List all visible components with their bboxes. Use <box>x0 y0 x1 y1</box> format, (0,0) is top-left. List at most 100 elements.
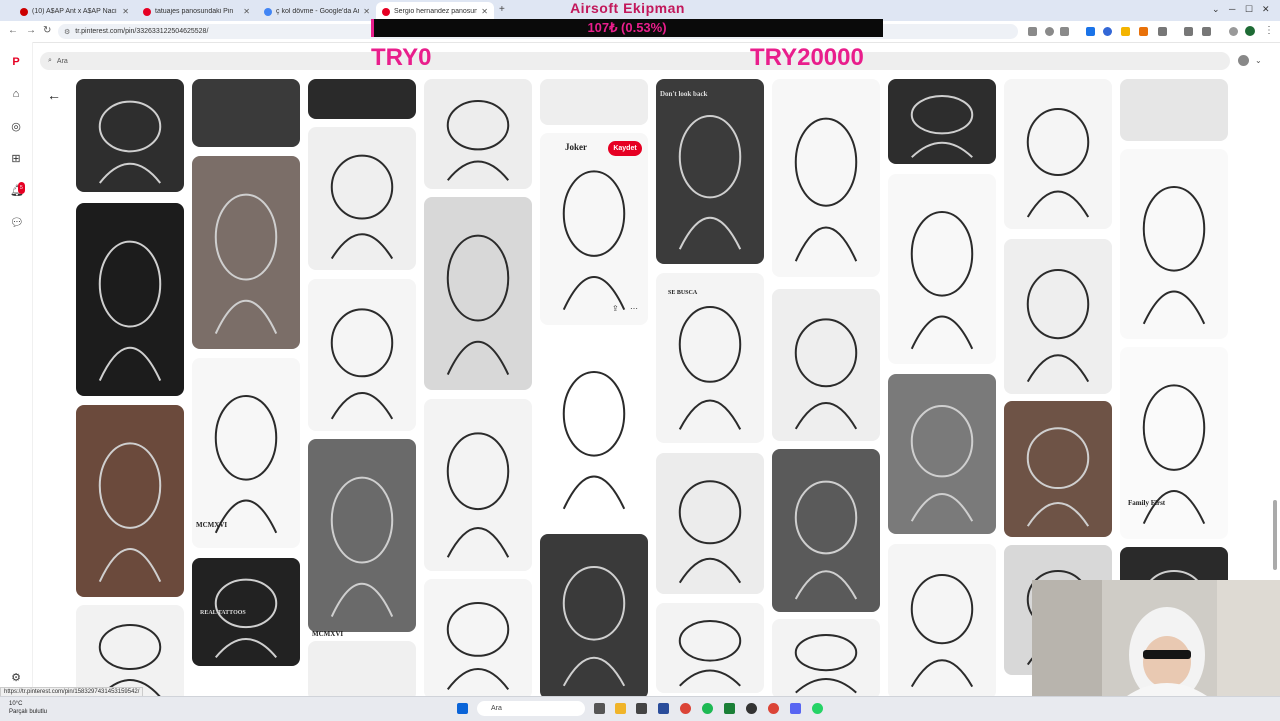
pin-card[interactable] <box>76 203 184 396</box>
tab-youtube[interactable]: (10) A$AP Ant x A$AP Naci ✕ <box>14 2 135 21</box>
new-tab-button[interactable]: + <box>499 4 505 15</box>
pin-card[interactable] <box>308 279 416 431</box>
pin-card[interactable] <box>424 399 532 571</box>
discord-icon[interactable] <box>790 703 801 714</box>
tab-search-icon[interactable]: ⌄ <box>1212 4 1220 15</box>
pinterest-icon <box>143 7 151 16</box>
pin-card[interactable] <box>772 619 880 696</box>
pin-card[interactable] <box>656 453 764 594</box>
pin-card[interactable] <box>1120 79 1228 141</box>
pin-card[interactable] <box>424 79 532 189</box>
windows-start-icon[interactable] <box>457 703 468 714</box>
steam-icon[interactable] <box>658 703 669 714</box>
user-avatar[interactable] <box>1238 55 1249 66</box>
whatsapp-icon[interactable] <box>812 703 823 714</box>
save-button[interactable]: Kaydet <box>608 141 642 156</box>
pin-card[interactable] <box>656 79 764 264</box>
pin-card[interactable] <box>424 197 532 390</box>
extension-2-icon[interactable] <box>1103 27 1112 36</box>
tab-title: (10) A$AP Ant x A$AP Naci <box>32 8 117 15</box>
pin-card[interactable] <box>540 334 648 524</box>
pin-card[interactable] <box>888 174 996 364</box>
bookmark-star-icon[interactable] <box>1060 27 1069 36</box>
window-close-button[interactable]: ✕ <box>1262 4 1270 15</box>
spotify-icon[interactable] <box>702 703 713 714</box>
forward-arrow-icon[interactable]: → <box>26 25 36 36</box>
pin-card[interactable] <box>1120 149 1228 339</box>
pinterest-logo-icon[interactable]: P <box>10 56 22 68</box>
pin-caption: Family First <box>1128 499 1166 507</box>
close-icon[interactable]: ✕ <box>243 7 250 16</box>
pin-card[interactable] <box>888 544 996 696</box>
chrome-active-icon[interactable] <box>768 703 779 714</box>
profile-avatar[interactable] <box>1245 26 1255 36</box>
tab-google[interactable]: ç kol dövme - Google'da Ara ✕ <box>258 2 376 21</box>
chrome-icon[interactable] <box>680 703 691 714</box>
taskbar-search[interactable]: Ara <box>477 701 585 716</box>
account-chevron-down-icon[interactable]: ⌄ <box>1255 56 1262 65</box>
pin-card[interactable] <box>1004 239 1112 394</box>
pin-image <box>772 79 880 277</box>
pin-card[interactable] <box>540 133 648 325</box>
pin-card[interactable] <box>1120 347 1228 539</box>
tab-title: ç kol dövme - Google'da Ara <box>276 8 360 15</box>
site-info-icon[interactable]: ⚙ <box>64 28 70 36</box>
pin-image <box>424 399 532 571</box>
pinterest-search-input[interactable]: ⌕ Ara <box>40 52 1230 70</box>
pin-card[interactable] <box>540 79 648 125</box>
pin-card[interactable] <box>888 374 996 534</box>
reload-icon[interactable]: ↻ <box>43 25 51 36</box>
more-options-icon[interactable]: ⋯ <box>630 304 638 313</box>
menu-kebab-icon[interactable]: ⋮ <box>1264 25 1274 36</box>
file-explorer-icon[interactable] <box>615 703 626 714</box>
back-arrow-icon[interactable]: ← <box>8 25 18 36</box>
pin-card[interactable] <box>192 358 300 548</box>
pin-card[interactable] <box>76 79 184 192</box>
zoom-icon[interactable] <box>1045 27 1054 36</box>
maximize-button[interactable]: ☐ <box>1245 4 1253 15</box>
share-icon[interactable]: ⇪ <box>612 304 619 313</box>
pin-image <box>76 203 184 396</box>
pin-card[interactable] <box>656 273 764 443</box>
pin-card[interactable] <box>772 289 880 441</box>
pin-image <box>772 449 880 612</box>
close-icon[interactable]: ✕ <box>122 7 129 16</box>
pin-card[interactable] <box>1004 401 1112 537</box>
pin-card[interactable] <box>76 405 184 597</box>
media-app-icon[interactable] <box>724 703 735 714</box>
pin-card[interactable] <box>308 127 416 270</box>
pin-card[interactable] <box>656 603 764 693</box>
pin-card[interactable] <box>308 439 416 632</box>
close-icon[interactable]: ✕ <box>363 7 370 16</box>
pin-card[interactable] <box>424 579 532 696</box>
extension-4-icon[interactable] <box>1139 27 1148 36</box>
task-view-icon[interactable] <box>594 703 605 714</box>
pin-card[interactable] <box>1004 79 1112 229</box>
tab-pinterest-1[interactable]: tatuajes panosundaki Pin ✕ <box>137 2 256 21</box>
trash-icon[interactable] <box>1184 27 1193 36</box>
google-icon <box>264 7 272 16</box>
screen-cast-icon[interactable] <box>1028 27 1037 36</box>
obs-icon[interactable] <box>746 703 757 714</box>
back-arrow-icon[interactable]: ← <box>47 87 61 103</box>
pin-card[interactable] <box>308 79 416 119</box>
minimize-button[interactable]: ─ <box>1229 4 1235 14</box>
tab-title: tatuajes panosundaki Pin <box>155 8 234 15</box>
close-icon[interactable]: ✕ <box>481 7 488 16</box>
weather-widget[interactable]: 10°C Parçalı bulutlu <box>9 700 47 716</box>
pin-card[interactable] <box>192 79 300 147</box>
pin-card[interactable] <box>192 156 300 349</box>
pin-card[interactable] <box>540 534 648 696</box>
pin-card[interactable] <box>772 449 880 612</box>
store-icon[interactable] <box>636 703 647 714</box>
sidepanel-icon[interactable] <box>1202 27 1211 36</box>
pin-card[interactable] <box>76 605 184 696</box>
pin-card[interactable] <box>308 641 416 696</box>
extensions-puzzle-icon[interactable] <box>1158 27 1167 36</box>
extension-1-icon[interactable] <box>1086 27 1095 36</box>
page-scrollbar[interactable] <box>1273 500 1277 570</box>
pin-card[interactable] <box>888 79 996 164</box>
pin-card[interactable] <box>772 79 880 277</box>
tab-group-icon[interactable] <box>1229 27 1238 36</box>
extension-3-icon[interactable] <box>1121 27 1130 36</box>
